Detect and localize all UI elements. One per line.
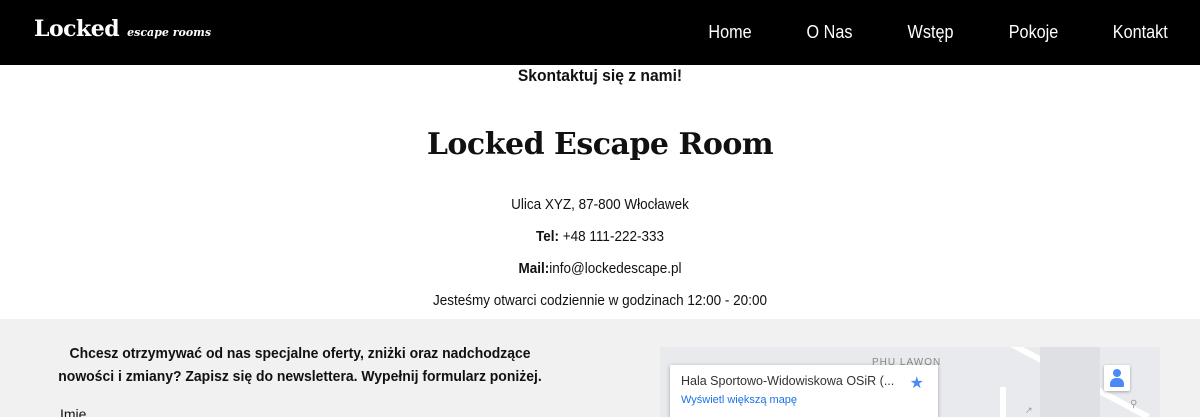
map-place-title: Hala Sportowo-Widowiskowa OSiR (... xyxy=(681,374,895,388)
nav-o-nas[interactable]: O Nas xyxy=(784,22,875,43)
main-nav: Home O Nas Wstęp Pokoje Kontakt xyxy=(681,0,1172,65)
contact-heading: Skontaktuj się z nami! xyxy=(517,66,683,85)
site-logo[interactable]: Locked escape rooms xyxy=(34,16,211,42)
logo-main-text: Locked xyxy=(34,16,120,42)
map-building xyxy=(1040,347,1100,417)
name-field-label: Imię xyxy=(60,406,87,417)
nav-pokoje[interactable]: Pokoje xyxy=(986,22,1081,43)
map-mark: ⚲ xyxy=(1130,399,1138,410)
embedded-map[interactable]: PHU LAWON ↗ ⚲ Hala Sportowo-Widowiskowa … xyxy=(660,347,1160,417)
map-mark: ↗ xyxy=(1025,405,1033,415)
site-header: Locked escape rooms Home O Nas Wstęp Pok… xyxy=(0,0,1200,65)
pegman-body xyxy=(1110,378,1124,387)
address-text: Ulica XYZ, 87-800 Włocławek xyxy=(511,196,689,213)
newsletter-text: Chcesz otrzymywać od nas specjalne ofert… xyxy=(58,345,542,385)
logo-sub-text: escape rooms xyxy=(127,26,212,39)
opening-hours: Jesteśmy otwarci codziennie w godzinach … xyxy=(433,292,767,309)
newsletter-map-section: Chcesz otrzymywać od nas specjalne ofert… xyxy=(0,319,1200,417)
mail-line: Mail:info@lockedescape.pl xyxy=(60,260,1140,277)
mail-label: Mail: xyxy=(518,260,550,277)
brand-title: Locked Escape Room xyxy=(426,127,774,162)
star-icon[interactable]: ★ xyxy=(910,373,924,393)
mail-value[interactable]: info@lockedescape.pl xyxy=(549,260,681,277)
pegman-head xyxy=(1113,369,1121,377)
view-larger-map-link[interactable]: Wyświetl większą mapę xyxy=(681,394,927,406)
phone-label: Tel: xyxy=(536,228,560,245)
map-road xyxy=(1000,387,1006,417)
nav-wstep[interactable]: Wstęp xyxy=(885,22,976,43)
map-info-card: Hala Sportowo-Widowiskowa OSiR (... Wyśw… xyxy=(670,365,938,417)
phone-line: Tel: +48 111-222-333 xyxy=(60,228,1140,245)
phone-value: +48 111-222-333 xyxy=(559,228,664,245)
contact-section: Skontaktuj się z nami! Locked Escape Roo… xyxy=(0,65,1200,319)
nav-kontakt[interactable]: Kontakt xyxy=(1090,22,1168,43)
nav-home[interactable]: Home xyxy=(686,22,774,43)
pegman-icon[interactable] xyxy=(1104,365,1130,391)
